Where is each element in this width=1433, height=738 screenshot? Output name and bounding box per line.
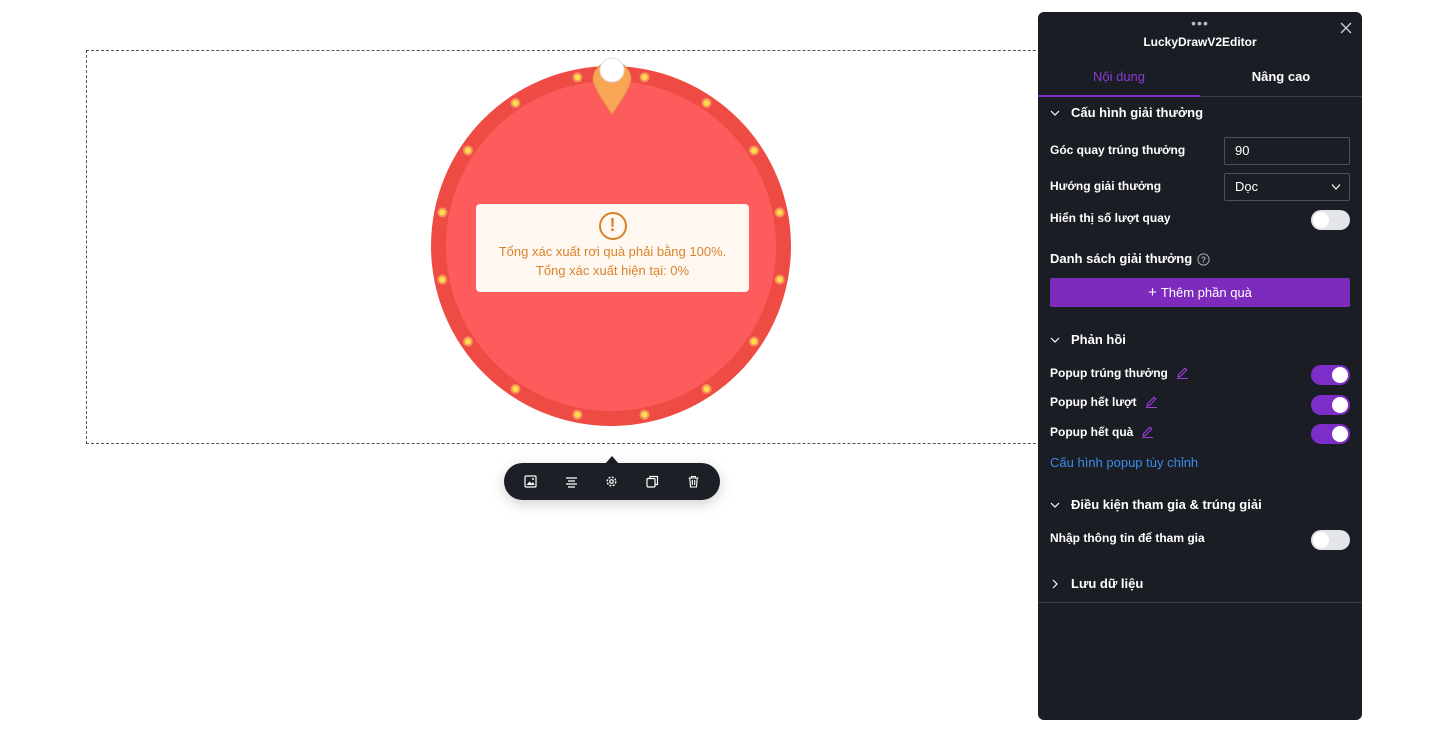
editor-panel: ••• LuckyDrawV2Editor Nội dung Nâng cao … bbox=[1038, 12, 1362, 720]
section-prize-config[interactable]: Cấu hình giải thưởng bbox=[1050, 105, 1203, 120]
warning-line-1: Tổng xác xuất rơi quà phải bằng 100%. bbox=[498, 244, 727, 259]
svg-text:?: ? bbox=[1201, 255, 1206, 265]
popup-out-of-spins-row: Popup hết lượt bbox=[1050, 395, 1158, 409]
image-icon bbox=[524, 475, 537, 488]
show-spins-label: Hiển thị số lượt quay bbox=[1050, 211, 1171, 225]
bulb bbox=[776, 276, 783, 283]
bulb bbox=[703, 386, 710, 393]
bulb bbox=[776, 209, 783, 216]
panel-divider bbox=[1038, 602, 1362, 603]
custom-popup-link[interactable]: Cấu hình popup tùy chỉnh bbox=[1050, 455, 1198, 470]
image-button[interactable] bbox=[516, 468, 544, 496]
chevron-down-icon bbox=[1050, 337, 1060, 343]
toggle-knob bbox=[1313, 532, 1329, 548]
close-icon bbox=[1340, 22, 1352, 34]
bulb bbox=[574, 411, 581, 418]
section-conditions-label: Điều kiện tham gia & trúng giải bbox=[1071, 497, 1262, 512]
bulb bbox=[751, 338, 758, 345]
enter-info-toggle[interactable] bbox=[1311, 530, 1350, 550]
prize-list-heading: Danh sách giải thưởng? bbox=[1050, 251, 1210, 266]
section-save-data-label: Lưu dữ liệu bbox=[1071, 576, 1144, 591]
toggle-knob bbox=[1332, 426, 1348, 442]
pencil-icon[interactable] bbox=[1141, 425, 1154, 438]
bulb bbox=[751, 147, 758, 154]
chevron-down-icon bbox=[1050, 502, 1060, 508]
pencil-icon[interactable] bbox=[1176, 366, 1189, 379]
section-feedback-label: Phản hồi bbox=[1071, 332, 1126, 347]
bulb bbox=[439, 276, 446, 283]
align-button[interactable] bbox=[557, 468, 585, 496]
section-feedback[interactable]: Phản hồi bbox=[1050, 332, 1126, 347]
section-conditions[interactable]: Điều kiện tham gia & trúng giải bbox=[1050, 497, 1262, 512]
settings-button[interactable] bbox=[598, 468, 626, 496]
bulb bbox=[512, 99, 519, 106]
chevron-down-icon bbox=[1050, 110, 1060, 116]
gear-icon bbox=[606, 476, 617, 487]
show-spins-toggle[interactable] bbox=[1311, 210, 1350, 230]
chevron-down-icon bbox=[1331, 184, 1341, 190]
prize-list-label: Danh sách giải thưởng bbox=[1050, 251, 1193, 266]
toggle-knob bbox=[1332, 397, 1348, 413]
exclamation-circle-icon: ! bbox=[598, 212, 627, 240]
block-toolbar bbox=[504, 463, 720, 500]
chevron-right-icon bbox=[1052, 579, 1058, 588]
section-save-data[interactable]: Lưu dữ liệu bbox=[1050, 576, 1143, 591]
section-prize-config-label: Cấu hình giải thưởng bbox=[1071, 105, 1204, 120]
enter-info-label: Nhập thông tin để tham gia bbox=[1050, 531, 1205, 545]
spin-angle-input[interactable]: 90 bbox=[1224, 137, 1350, 165]
spin-angle-label: Góc quay trúng thưởng bbox=[1050, 143, 1186, 157]
popup-win-label: Popup trúng thưởng bbox=[1050, 366, 1168, 380]
prize-direction-value: Dọc bbox=[1235, 179, 1259, 194]
plus-icon: + bbox=[1148, 284, 1157, 301]
bulb bbox=[464, 338, 471, 345]
bulb bbox=[439, 209, 446, 216]
editor-canvas: ! Tổng xác xuất rơi quà phải bằng 100%. … bbox=[0, 0, 1433, 738]
popup-out-of-prizes-label: Popup hết quà bbox=[1050, 425, 1134, 439]
bulb bbox=[641, 411, 648, 418]
popup-win-row: Popup trúng thưởng bbox=[1050, 366, 1189, 380]
prize-direction-label: Hướng giải thưởng bbox=[1050, 179, 1162, 193]
toggle-knob bbox=[1313, 212, 1329, 228]
duplicate-icon bbox=[646, 475, 659, 488]
warning-line-2: Tổng xác xuất hiện tại: 0% bbox=[535, 263, 690, 278]
tab-advanced[interactable]: Nâng cao bbox=[1200, 64, 1362, 96]
pencil-icon[interactable] bbox=[1145, 395, 1158, 408]
bulb bbox=[703, 99, 710, 106]
close-button[interactable] bbox=[1338, 20, 1354, 36]
bulb bbox=[464, 147, 471, 154]
trash-icon bbox=[688, 475, 699, 488]
tab-content[interactable]: Nội dung bbox=[1038, 64, 1200, 97]
panel-tabs: Nội dung Nâng cao bbox=[1038, 64, 1362, 97]
prize-direction-select[interactable]: Dọc bbox=[1224, 173, 1350, 201]
add-prize-button[interactable]: + Thêm phần quà bbox=[1050, 278, 1350, 307]
probability-warning: ! Tổng xác xuất rơi quà phải bằng 100%. … bbox=[476, 204, 749, 292]
align-center-icon bbox=[565, 477, 577, 488]
panel-title: LuckyDrawV2Editor bbox=[1143, 35, 1257, 49]
bulb bbox=[574, 74, 581, 81]
add-prize-label: Thêm phần quà bbox=[1160, 285, 1252, 300]
delete-button[interactable] bbox=[680, 468, 708, 496]
popup-out-of-prizes-toggle[interactable] bbox=[1311, 424, 1350, 444]
help-icon[interactable]: ? bbox=[1197, 253, 1210, 266]
bulb bbox=[512, 386, 519, 393]
popup-out-of-spins-toggle[interactable] bbox=[1311, 395, 1350, 415]
duplicate-button[interactable] bbox=[639, 468, 667, 496]
popup-win-toggle[interactable] bbox=[1311, 365, 1350, 385]
popup-out-of-spins-label: Popup hết lượt bbox=[1050, 395, 1137, 409]
drag-handle-icon[interactable]: ••• bbox=[1038, 16, 1362, 30]
toggle-knob bbox=[1332, 367, 1348, 383]
bulb bbox=[641, 74, 648, 81]
popup-out-of-prizes-row: Popup hết quà bbox=[1050, 425, 1154, 439]
